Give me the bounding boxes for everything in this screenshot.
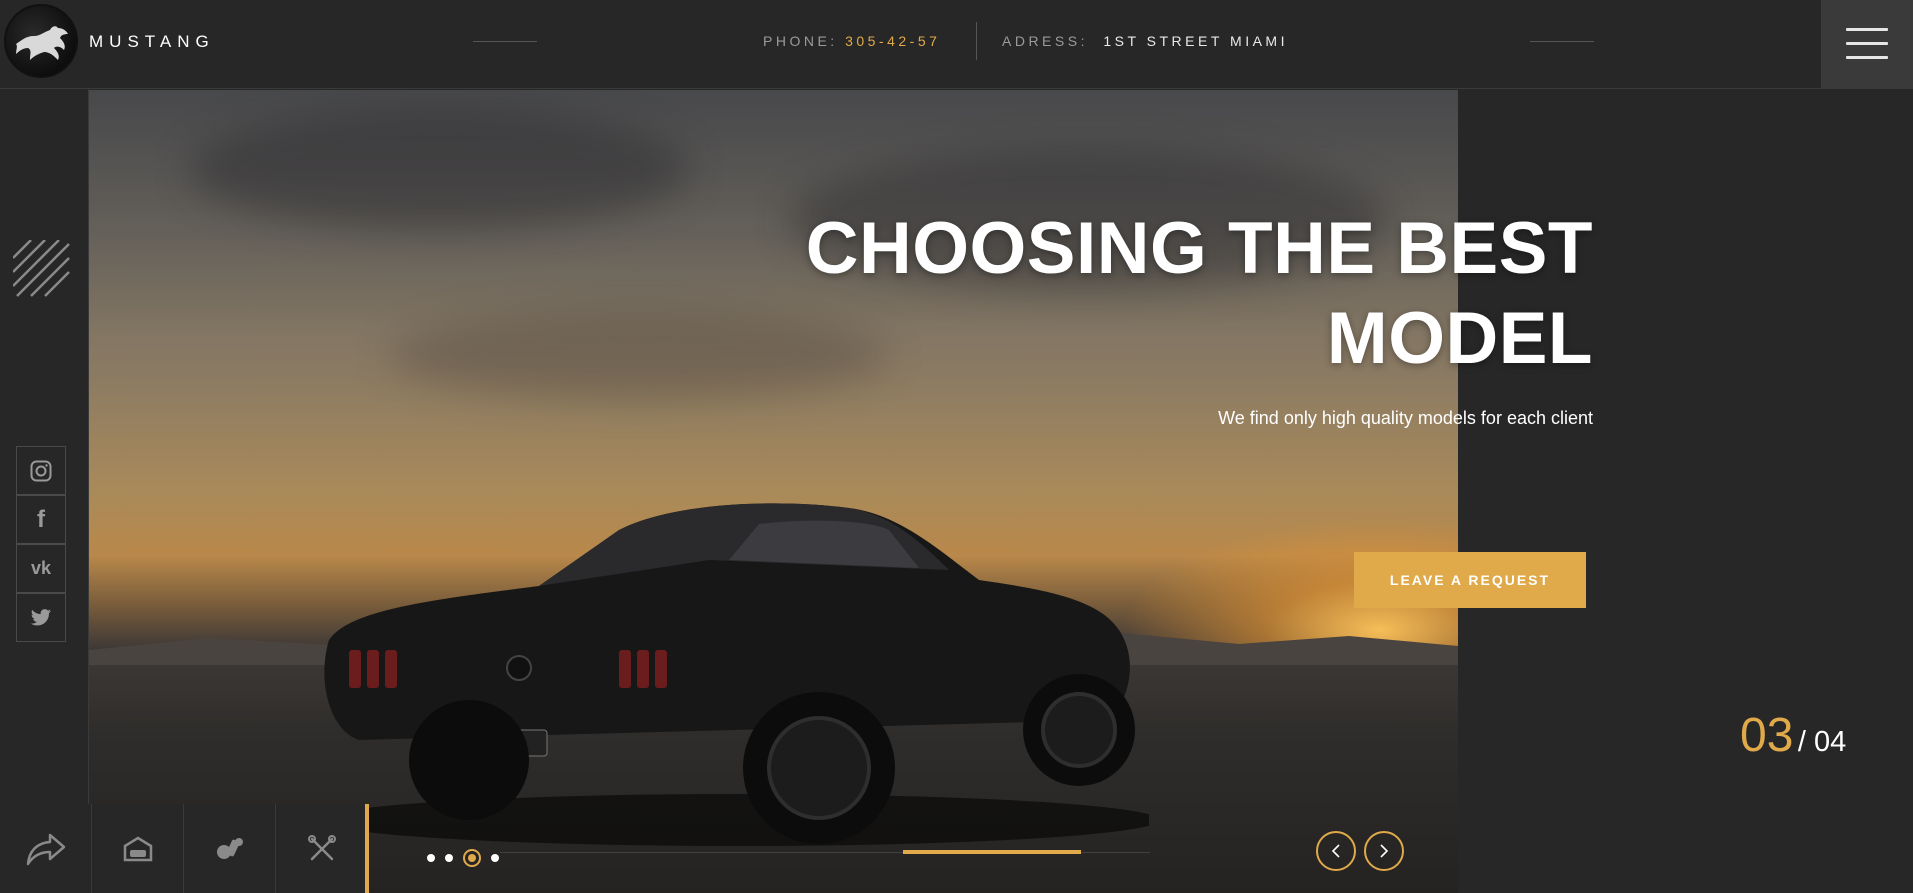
cloud: [189, 110, 689, 230]
facebook-icon: f: [37, 505, 45, 533]
hero-subtitle: We find only high quality models for eac…: [1218, 408, 1593, 428]
hero-title: CHOOSING THE BEST MODEL: [693, 204, 1593, 384]
page: MUSTANG PHONE: 305-42-57 ADRESS: 1ST STR…: [0, 0, 1913, 893]
contact-separator: [976, 22, 977, 60]
hamburger-menu-icon: [1846, 28, 1888, 31]
menu-button[interactable]: [1821, 0, 1913, 88]
share-arrow-icon: [26, 833, 65, 865]
garage-car-icon: [123, 836, 152, 861]
slider-dot-2[interactable]: [445, 854, 453, 862]
car-image: [319, 503, 1149, 846]
social-facebook[interactable]: f: [16, 495, 66, 544]
leave-request-button[interactable]: LEAVE A REQUEST: [1354, 552, 1586, 608]
slide-counter: 03 / 04: [1740, 708, 1846, 763]
twitter-icon: [30, 608, 52, 625]
slider-dot-3[interactable]: [463, 849, 481, 867]
phone-info: PHONE: 305-42-57: [763, 33, 940, 49]
tools-wrench-icon: [307, 834, 336, 860]
bottom-nav-engine[interactable]: [184, 804, 276, 893]
header-divider-right: [1530, 41, 1594, 42]
hero-title-line-1: CHOOSING THE BEST: [805, 208, 1593, 289]
vk-icon: vk: [30, 558, 52, 578]
hero-title-line-2: MODEL: [1326, 298, 1593, 379]
bottom-nav-accent: [365, 804, 369, 893]
slider-dots: [427, 849, 499, 867]
brand-name: MUSTANG: [89, 32, 215, 51]
mustang-horse-icon: [16, 26, 68, 60]
slider-progress-fill: [903, 850, 1081, 854]
bottom-nav-garage[interactable]: [92, 804, 184, 893]
hatch-pattern-icon: [13, 240, 70, 297]
address-info: ADRESS: 1ST STREET MIAMI: [1002, 33, 1288, 49]
logo[interactable]: [4, 4, 78, 78]
slider-next-button[interactable]: [1364, 831, 1404, 871]
header-divider-left: [473, 41, 537, 42]
social-instagram[interactable]: [16, 446, 66, 495]
hamburger-line: [1846, 42, 1888, 45]
address-value: 1ST STREET MIAMI: [1103, 33, 1288, 49]
engine-parts-icon: [216, 837, 243, 859]
phone-label: PHONE:: [763, 33, 838, 49]
slider-dot-1[interactable]: [427, 854, 435, 862]
social-vk[interactable]: vk: [16, 544, 66, 593]
slider-dot-active-indicator: [468, 854, 476, 862]
bottom-nav-share[interactable]: [0, 804, 92, 893]
header: MUSTANG PHONE: 305-42-57 ADRESS: 1ST STR…: [0, 0, 1913, 89]
hamburger-line: [1846, 56, 1888, 59]
slide-current: 03: [1740, 709, 1794, 762]
bottom-nav: [0, 804, 368, 893]
social-twitter[interactable]: [16, 593, 66, 642]
slider-prev-button[interactable]: [1316, 831, 1356, 871]
address-label: ADRESS:: [1002, 33, 1088, 49]
chevron-right-icon: [1380, 844, 1389, 858]
bottom-nav-tools[interactable]: [276, 804, 368, 893]
slide-total: / 04: [1797, 726, 1847, 758]
chevron-left-icon: [1331, 844, 1340, 858]
phone-value[interactable]: 305-42-57: [845, 33, 940, 49]
slider-dot-4[interactable]: [491, 854, 499, 862]
instagram-icon: [30, 460, 52, 481]
